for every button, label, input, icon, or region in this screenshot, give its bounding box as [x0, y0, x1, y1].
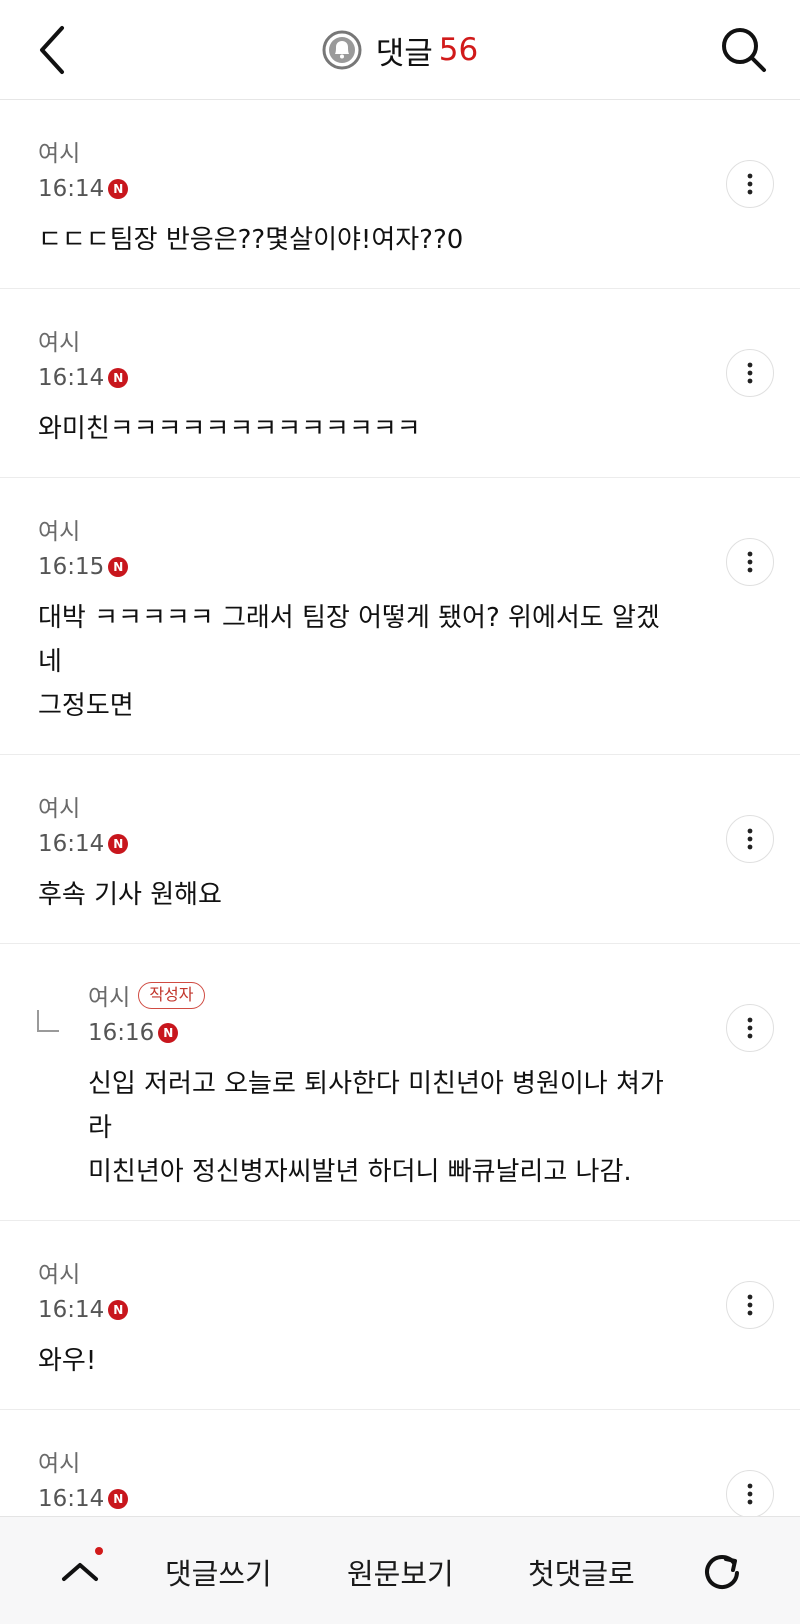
more-vertical-icon [747, 551, 753, 573]
comment-text: 후속 기사 원해요 [38, 880, 222, 910]
new-badge-icon: N [108, 368, 129, 388]
more-vertical-icon [747, 828, 753, 850]
view-original-button[interactable]: 원문보기 [347, 1551, 454, 1593]
comment-author-row: 여시 [38, 1255, 680, 1289]
first-comment-button[interactable]: 첫댓글로 [528, 1551, 635, 1593]
refresh-button[interactable] [700, 1549, 744, 1593]
refresh-icon [705, 1555, 739, 1590]
comment-text: 신입 저러고 오늘로 퇴사한다 미친년아 병원이나 쳐가라 미친년아 정신병자씨… [88, 1069, 664, 1187]
comment-time-row: 16:14 N [38, 827, 680, 861]
comment-time: 16:14 [38, 176, 105, 202]
comment-time: 16:16 [88, 1020, 155, 1046]
comment-text: ㄷㄷㄷ팀장 반응은??몇살이야!여자??0 [38, 225, 464, 255]
new-badge-icon: N [108, 557, 129, 577]
comment-list: 여시 16:14 N ㄷㄷㄷ팀장 반응은??몇살이야!여자??0 여시 16:14 N 와미친… [0, 100, 800, 1599]
comment-time: 16:14 [38, 1297, 105, 1323]
comment-time: 16:15 [38, 554, 105, 580]
comment-time-row: 16:16 N [88, 1016, 680, 1050]
comment-author: 여시 [38, 1451, 81, 1477]
comment-author-row: 여시 작성자 [88, 978, 680, 1012]
notification-dot [95, 1547, 103, 1555]
comment-time-row: 16:14 N [38, 1482, 680, 1516]
comment-author-row: 여시 [38, 323, 680, 357]
search-button[interactable] [716, 22, 772, 78]
reply-comment-item: 여시 작성자 16:16 N 신입 저러고 오늘로 퇴사한다 미친년아 병원이나 쳐가라… [0, 978, 800, 1221]
search-icon [722, 28, 766, 72]
comment-author: 여시 [38, 330, 81, 356]
more-options-button[interactable] [726, 1470, 774, 1518]
comment-time: 16:14 [38, 365, 105, 391]
comment-item: 여시 16:14 N 후속 기사 원해요 [0, 789, 800, 944]
more-options-button[interactable] [726, 1281, 774, 1329]
more-options-button[interactable] [726, 815, 774, 863]
more-options-button[interactable] [726, 1004, 774, 1052]
comment-author-row: 여시 [38, 789, 680, 823]
new-badge-icon: N [158, 1023, 179, 1043]
comment-count: 56 [438, 32, 479, 68]
more-vertical-icon [747, 173, 753, 195]
new-badge-icon: N [108, 1489, 129, 1509]
comment-author: 여시 [38, 141, 81, 167]
comment-author-row: 여시 [38, 1444, 680, 1478]
comment-author: 여시 [88, 985, 131, 1011]
comment-author: 여시 [38, 1262, 81, 1288]
new-badge-icon: N [108, 834, 129, 854]
page-title: 댓글 [375, 35, 433, 72]
more-options-button[interactable] [726, 349, 774, 397]
author-badge: 작성자 [138, 981, 205, 1009]
comment-time-row: 16:14 N [38, 172, 680, 206]
header-title-group: 댓글 56 [0, 28, 800, 72]
comment-author: 여시 [38, 519, 81, 545]
comment-author: 여시 [38, 796, 81, 822]
bottom-bar: 댓글쓰기 원문보기 첫댓글로 [0, 1516, 800, 1624]
more-options-button[interactable] [726, 160, 774, 208]
comment-author-row: 여시 [38, 512, 680, 546]
comment-text: 와미친ㅋㅋㅋㅋㅋㅋㅋㅋㅋㅋㅋㅋㅋ [38, 414, 421, 444]
comment-item: 여시 16:14 N 와우! [0, 1255, 800, 1410]
bell-icon[interactable] [322, 30, 362, 70]
more-options-button[interactable] [726, 538, 774, 586]
comment-item: 여시 16:14 N 와미친ㅋㅋㅋㅋㅋㅋㅋㅋㅋㅋㅋㅋㅋ [0, 323, 800, 478]
comment-time: 16:14 [38, 1486, 105, 1512]
comment-text: 와우! [38, 1346, 97, 1376]
comment-time: 16:14 [38, 831, 105, 857]
reply-indicator-icon [37, 1010, 59, 1032]
comment-item: 여시 16:14 N ㄷㄷㄷ팀장 반응은??몇살이야!여자??0 [0, 134, 800, 289]
comment-item: 여시 16:15 N 대박 ㅋㅋㅋㅋㅋ 그래서 팀장 어떻게 됐어? 위에서도 알겠네… [0, 512, 800, 755]
more-vertical-icon [747, 362, 753, 384]
top-bar: 댓글 56 [0, 0, 800, 100]
new-badge-icon: N [108, 179, 129, 199]
new-badge-icon: N [108, 1300, 129, 1320]
more-vertical-icon [747, 1294, 753, 1316]
write-comment-button[interactable]: 댓글쓰기 [165, 1551, 272, 1593]
more-vertical-icon [747, 1017, 753, 1039]
comment-time-row: 16:15 N [38, 550, 680, 584]
comment-text: 대박 ㅋㅋㅋㅋㅋ 그래서 팀장 어떻게 됐어? 위에서도 알겠네 그정도면 [38, 603, 660, 721]
more-vertical-icon [747, 1483, 753, 1505]
comment-time-row: 16:14 N [38, 1293, 680, 1327]
comment-time-row: 16:14 N [38, 361, 680, 395]
comment-author-row: 여시 [38, 134, 680, 168]
